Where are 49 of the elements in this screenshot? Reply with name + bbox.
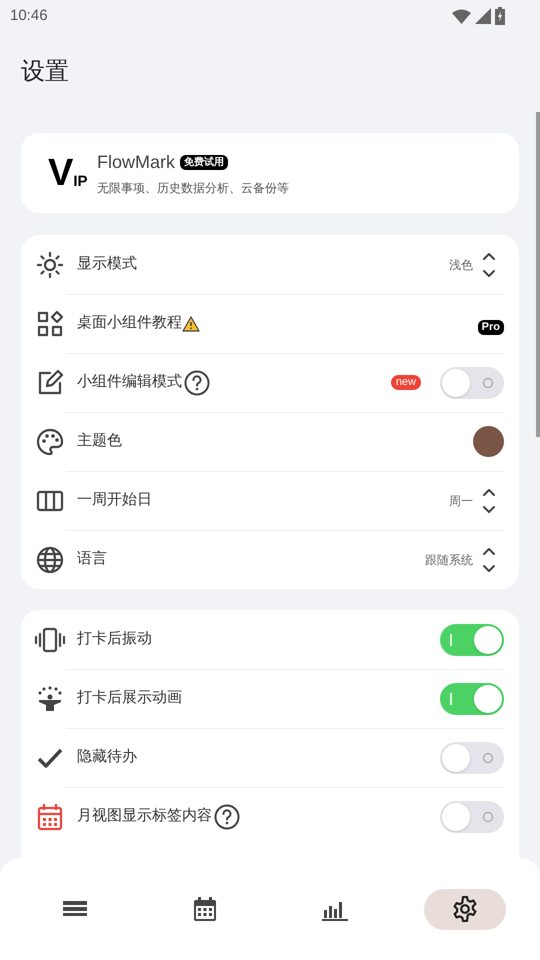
setting-value[interactable]: 浅色 bbox=[449, 256, 473, 274]
setting-label: 桌面小组件教程 bbox=[77, 313, 182, 334]
status-time: 10:46 bbox=[10, 6, 48, 26]
edit-icon bbox=[36, 368, 64, 396]
signal-icon bbox=[475, 8, 491, 24]
setting-label: 主题色 bbox=[77, 431, 122, 452]
logo-mark: V bbox=[48, 156, 74, 190]
vibration-icon bbox=[34, 626, 66, 652]
setting-value[interactable]: 周一 bbox=[449, 492, 473, 510]
vip-card[interactable]: VIP FlowMark 免费试用 无限事项、历史数据分析、云备份等 bbox=[21, 133, 519, 213]
up-down-chevron-icon bbox=[482, 252, 496, 278]
toggle-switch[interactable] bbox=[440, 682, 504, 714]
widgets-icon bbox=[37, 310, 63, 336]
toggle-switch[interactable] bbox=[440, 742, 504, 774]
new-badge: new bbox=[390, 375, 421, 390]
fireworks-icon bbox=[36, 686, 64, 712]
logo-text: IP bbox=[73, 174, 88, 190]
vip-description: 无限事项、历史数据分析、云备份等 bbox=[97, 180, 289, 197]
battery-icon bbox=[495, 7, 505, 25]
setting-label: 月视图显示标签内容 bbox=[77, 806, 212, 826]
settings-icon bbox=[452, 896, 478, 922]
setting-label: 一周开始日 bbox=[77, 490, 152, 510]
toggle-switch[interactable] bbox=[440, 800, 504, 832]
toggle-switch[interactable] bbox=[440, 624, 504, 656]
setting-label: 打卡后展示动画 bbox=[77, 688, 182, 708]
calendar-icon bbox=[193, 896, 217, 922]
columns-icon bbox=[36, 488, 64, 512]
palette-icon bbox=[36, 428, 64, 456]
nav-tab[interactable] bbox=[424, 888, 506, 930]
wifi-icon bbox=[452, 8, 471, 24]
calendar-icon bbox=[37, 802, 63, 830]
setting-label: 隐藏待办 bbox=[77, 747, 137, 768]
setting-label: 语言 bbox=[77, 549, 107, 570]
toggle-switch[interactable] bbox=[440, 366, 504, 398]
page-title: 设置 bbox=[21, 57, 70, 87]
sun-icon bbox=[36, 250, 64, 278]
setting-value[interactable]: 跟随系统 bbox=[425, 550, 473, 568]
setting-label: 显示模式 bbox=[77, 254, 137, 274]
color-swatch[interactable] bbox=[473, 426, 504, 457]
product-name: FlowMark bbox=[97, 151, 176, 174]
up-down-chevron-icon bbox=[482, 488, 496, 514]
trial-badge: 免费试用 bbox=[180, 155, 228, 170]
up-down-chevron-icon bbox=[482, 546, 496, 572]
pro-badge: Pro bbox=[478, 320, 504, 335]
setting-label: 小组件编辑模式 bbox=[77, 372, 182, 392]
setting-label: 打卡后振动 bbox=[77, 629, 152, 650]
checkmark-icon bbox=[36, 746, 64, 768]
list-icon bbox=[63, 899, 87, 919]
globe-icon bbox=[36, 546, 64, 574]
